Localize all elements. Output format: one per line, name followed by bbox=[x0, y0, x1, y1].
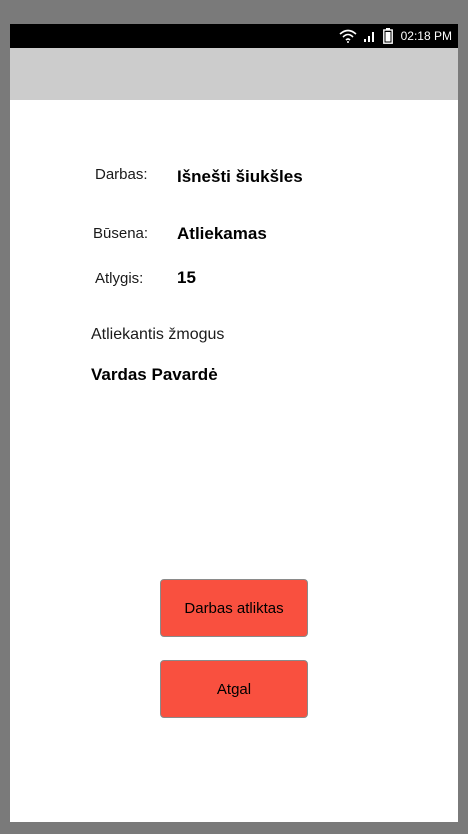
status-icons: 02:18 PM bbox=[339, 24, 452, 48]
battery-icon bbox=[382, 28, 393, 44]
work-done-button[interactable]: Darbas atliktas bbox=[160, 579, 308, 637]
app-bar bbox=[10, 48, 458, 100]
status-time: 02:18 PM bbox=[400, 29, 452, 43]
status-bar: 02:18 PM bbox=[10, 24, 458, 48]
work-label: Darbas: bbox=[95, 166, 148, 183]
performer-name: Vardas Pavardė bbox=[91, 365, 218, 384]
performer-label: Atliekantis žmogus bbox=[91, 326, 225, 343]
status-value: Atliekamas bbox=[177, 224, 267, 243]
task-details: Darbas: Išnešti šiukšles Būsena: Atlieka… bbox=[10, 100, 458, 822]
reward-label: Atlygis: bbox=[95, 270, 144, 287]
reward-value: 15 bbox=[177, 268, 196, 287]
status-label: Būsena: bbox=[93, 225, 149, 242]
phone-screen: 02:18 PM Darbas: Išnešti šiukšles Būsena… bbox=[10, 24, 458, 822]
work-value: Išnešti šiukšles bbox=[177, 167, 303, 186]
back-button[interactable]: Atgal bbox=[160, 660, 308, 718]
wifi-icon bbox=[339, 29, 357, 43]
signal-icon bbox=[363, 32, 374, 42]
